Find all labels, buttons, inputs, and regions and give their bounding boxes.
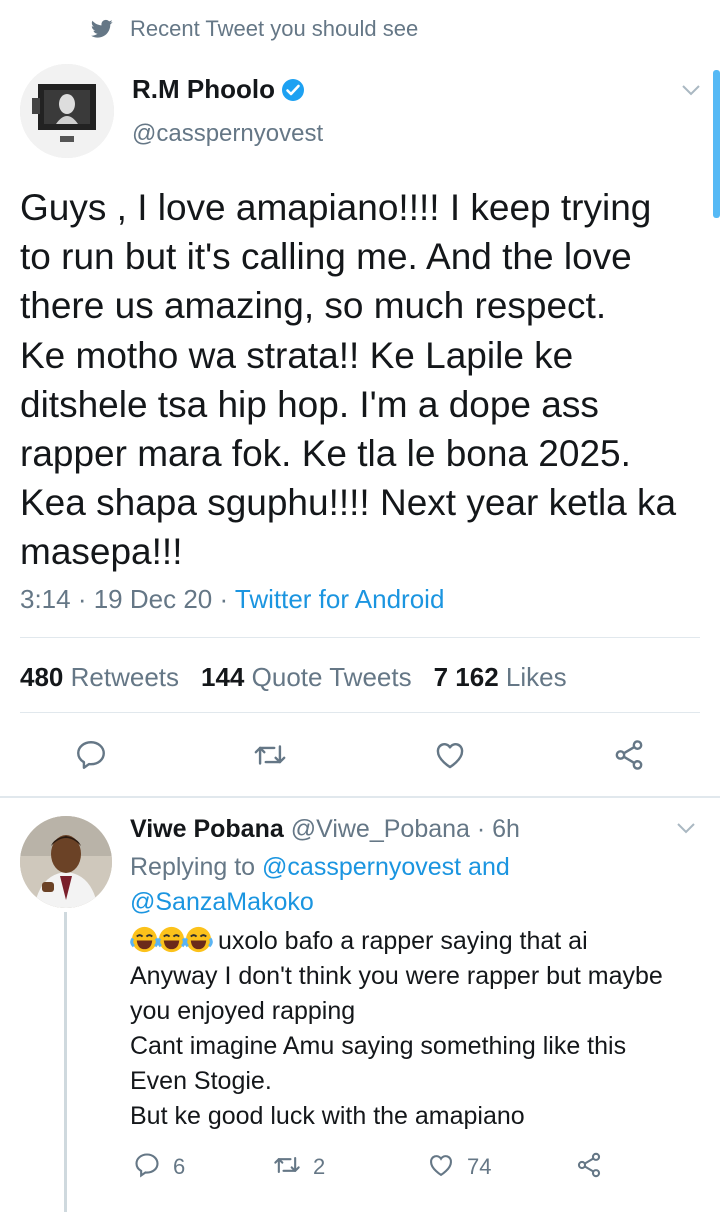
reply-header: Viwe Pobana @Viwe_Pobana · 6h <box>130 815 520 844</box>
verified-badge-icon <box>281 78 305 102</box>
reply-text: uxolo bafo a rapper saying that ai Anywa… <box>130 924 710 1134</box>
tweet-text: Guys , I love amapiano!!!! I keep trying… <box>20 187 677 573</box>
reply-count: 6 <box>173 1154 186 1179</box>
chevron-down-icon[interactable] <box>681 84 701 96</box>
like-icon <box>430 1155 452 1177</box>
chevron-down-icon[interactable] <box>676 822 696 834</box>
reply-retweet-button[interactable]: 2 <box>273 1151 325 1180</box>
reply-like-button[interactable]: 74 <box>427 1151 491 1180</box>
twitter-bird-icon <box>91 19 113 39</box>
laughing-emoji <box>130 926 213 955</box>
reply-first-line: uxolo bafo a rapper saying that ai <box>217 927 588 955</box>
reply-icon[interactable] <box>74 738 108 772</box>
reply-icon <box>135 1153 159 1178</box>
share-icon[interactable] <box>612 738 646 772</box>
mention-link[interactable]: @casspernyovest <box>262 853 461 881</box>
reply-share-button[interactable] <box>575 1151 615 1180</box>
scrollbar[interactable] <box>713 70 720 218</box>
avatar[interactable] <box>20 816 112 908</box>
like-icon[interactable] <box>433 738 467 772</box>
author-name[interactable]: R.M Phoolo <box>132 74 275 105</box>
context-label: Recent Tweet you should see <box>130 16 419 41</box>
replying-to: Replying to @casspernyovest and @SanzaMa… <box>130 853 510 916</box>
reply-author-name[interactable]: Viwe Pobana <box>130 815 284 843</box>
divider <box>20 637 700 638</box>
author-handle[interactable]: @casspernyovest <box>132 120 323 148</box>
tweet-source-link[interactable]: Twitter for Android <box>235 584 445 614</box>
quotes-stat[interactable]: 144 Quote Tweets <box>201 662 434 692</box>
reply-author-handle[interactable]: @Viwe_Pobana · 6h <box>291 815 520 843</box>
retweets-stat[interactable]: 480 Retweets <box>20 662 201 692</box>
retweet-icon <box>274 1156 300 1174</box>
mention-link[interactable]: @SanzaMakoko <box>130 888 314 916</box>
tweet-stats: 480 Retweets 144 Quote Tweets 7 162 Likes <box>20 662 567 693</box>
reply-body: Anyway I don't think you were rapper but… <box>130 962 663 1130</box>
divider <box>0 796 720 798</box>
tweet-timestamp: 3:14 · 19 Dec 20 · <box>20 584 235 614</box>
retweet-icon[interactable] <box>253 738 287 772</box>
reply-reply-button[interactable]: 6 <box>133 1151 185 1180</box>
avatar[interactable] <box>20 64 114 158</box>
likes-stat[interactable]: 7 162 Likes <box>434 662 567 692</box>
divider <box>20 712 700 713</box>
tweet-meta: 3:14 · 19 Dec 20 · Twitter for Android <box>20 584 444 615</box>
retweet-count: 2 <box>313 1154 326 1179</box>
like-count: 74 <box>467 1154 492 1179</box>
thread-line <box>64 912 67 1212</box>
share-icon <box>577 1152 601 1178</box>
